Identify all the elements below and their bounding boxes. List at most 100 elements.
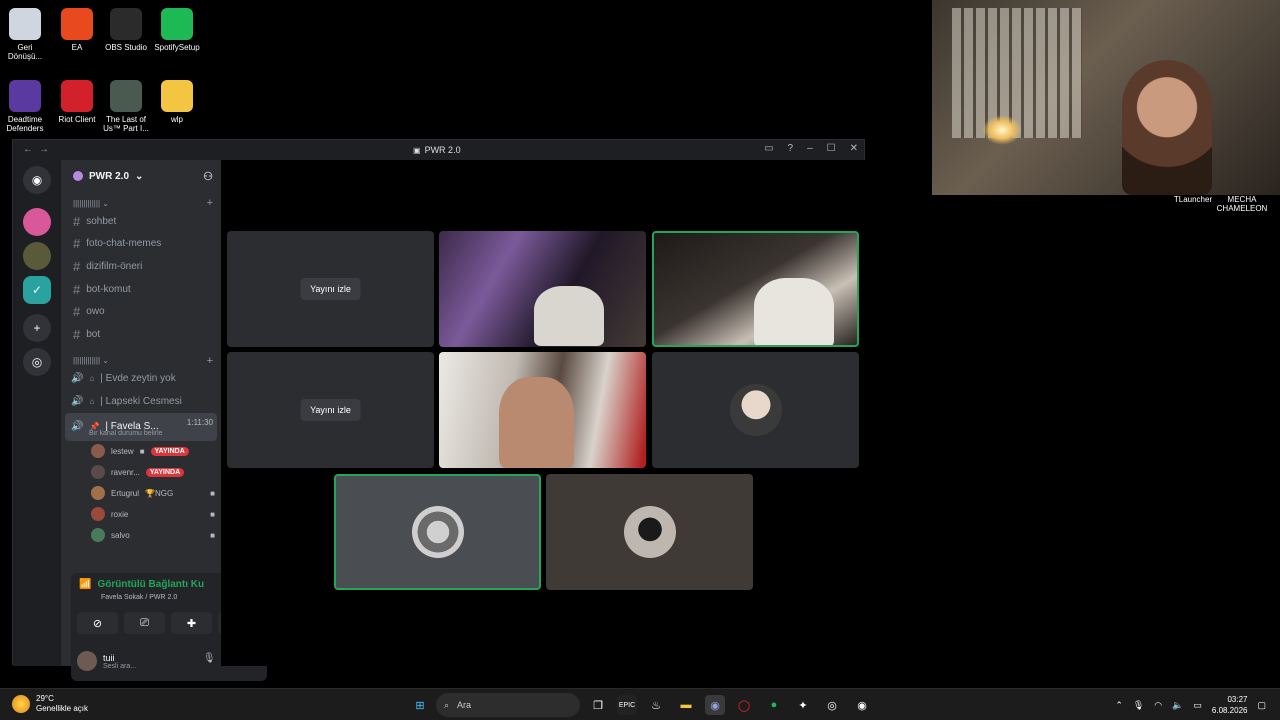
text-category[interactable]: ||||||||||||| ⌄ + [61, 196, 221, 210]
watch-stream-button[interactable]: Yayını izle [300, 278, 361, 300]
search-box[interactable]: ⌕ Ara [436, 693, 580, 717]
server-icon-2[interactable] [23, 242, 51, 270]
avatar-tile-3[interactable] [546, 474, 753, 590]
desktop-label-mecha: MECHA CHAMELEON [1216, 195, 1268, 213]
voice-member[interactable]: ravenr... YAYINDA [61, 462, 221, 483]
watch-stream-button[interactable]: Yayını izle [300, 399, 361, 421]
app-icon [110, 80, 142, 112]
invite-icon[interactable]: ⚇ [203, 170, 213, 183]
desktop-icon[interactable]: OBS Studio [101, 8, 151, 52]
inbox-icon[interactable]: ▭ [764, 143, 773, 154]
volume-icon[interactable]: 🔈 [1172, 700, 1183, 711]
notification-icon[interactable]: ▢ [1257, 700, 1266, 711]
screen-share-button[interactable]: ⎚ [124, 612, 165, 634]
hash-icon: # [73, 326, 81, 342]
text-channel[interactable]: # sohbet [61, 210, 221, 233]
server-header[interactable]: PWR 2.0 ⌄ ⚇ [61, 160, 221, 192]
voice-channel[interactable]: 🔊 ⌂ | Lapseki Cesmesi [61, 390, 221, 413]
voice-category[interactable]: ||||||||||||| ⌄ + [61, 354, 221, 368]
server-icon-1[interactable] [23, 208, 51, 236]
app-icon [161, 8, 193, 40]
app-icon[interactable]: ✦ [793, 695, 813, 715]
add-channel-icon[interactable]: + [207, 197, 213, 209]
desktop-icon[interactable]: The Last of Us™ Part I... [101, 80, 151, 133]
add-server-icon[interactable]: + [23, 314, 51, 342]
text-channel[interactable]: # dizifilm-öneri [61, 255, 221, 278]
participant-avatar [729, 384, 782, 436]
add-voice-channel-icon[interactable]: + [207, 355, 213, 367]
channel-status[interactable]: Bir kanal durumu belirle [89, 430, 163, 437]
text-channel[interactable]: # owo [61, 300, 221, 323]
weather-widget[interactable]: 29°C Genellikle açık [12, 694, 88, 714]
microphone-icon[interactable]: 🎙 [203, 653, 216, 664]
desktop-icon[interactable]: wlp [152, 80, 202, 124]
desktop-icon[interactable]: Geri Dönüşü... [0, 8, 50, 61]
discord-home-icon[interactable]: ◉ [23, 166, 51, 194]
app-icon [61, 80, 93, 112]
text-channel[interactable]: # bot-komut [61, 278, 221, 301]
taskbar: 29°C Genellikle açık ⊞ ⌕ Ara ❐ EPIC ♨ ▬ ◉… [0, 688, 1280, 720]
voice-channel[interactable]: 🔊 ⌂ | Evde zeytin yok [61, 368, 221, 391]
camera-icon: ■ [210, 488, 215, 498]
minimize-button[interactable]: – [807, 143, 813, 154]
avatar-tile-1[interactable] [652, 352, 859, 468]
text-channel[interactable]: # foto-chat-memes [61, 233, 221, 256]
voice-member[interactable]: roxie ■ [61, 504, 221, 525]
voice-member[interactable]: salvo ■ [61, 525, 221, 546]
connection-location[interactable]: Favela Sokak / PWR 2.0 [101, 594, 177, 601]
stream-tile-2[interactable]: Yayını izle [227, 352, 434, 468]
camera-off-button[interactable]: ⊘ [77, 612, 118, 634]
desktop-icon[interactable]: EA [52, 8, 102, 52]
opera-icon[interactable]: ◯ [734, 695, 754, 715]
video-tile-speaking[interactable] [652, 231, 859, 347]
voice-member[interactable]: lestew ■ YAYINDA [61, 441, 221, 462]
obs-icon[interactable]: ◎ [822, 695, 842, 715]
clock[interactable]: 03:27 6.08.2026 [1212, 694, 1248, 716]
desktop-icon[interactable]: Riot Client [52, 80, 102, 124]
signal-icon: 📶 [79, 579, 92, 590]
close-button[interactable]: ✕ [850, 143, 858, 154]
activities-button[interactable]: ✚ [171, 612, 212, 634]
file-explorer-icon[interactable]: ▬ [676, 695, 696, 715]
discord-taskbar-icon[interactable]: ◉ [705, 695, 725, 715]
video-tile-2[interactable] [439, 231, 646, 347]
epic-games-icon[interactable]: EPIC [617, 695, 637, 715]
nav-arrows[interactable]: ←→ [23, 144, 55, 155]
user-status: Sesli ara... [103, 662, 137, 670]
voice-member[interactable]: Ertugrul 🏆NGG ■ [61, 483, 221, 504]
text-channel[interactable]: # bot [61, 323, 221, 346]
camera-icon: ■ [210, 509, 215, 519]
windows-start-icon[interactable]: ⊞ [410, 695, 430, 715]
wifi-icon[interactable]: ◠ [1154, 700, 1162, 711]
discover-icon[interactable]: ◎ [23, 348, 51, 376]
desktop-icon[interactable]: SpotifySetup [152, 8, 202, 52]
app-icon [161, 80, 193, 112]
voice-channel-active[interactable]: 🔊 📌 | Favela S... 1:11:30 Bir kanal duru… [65, 412, 217, 441]
discord-icon: ▣ [413, 145, 421, 155]
avatar[interactable] [77, 651, 97, 671]
chevron-up-icon[interactable]: ⌃ [1115, 700, 1123, 711]
help-icon[interactable]: ? [788, 143, 794, 154]
server-name: PWR 2.0 [89, 170, 130, 182]
video-tile-4[interactable] [439, 352, 646, 468]
mic-tray-icon[interactable]: 🎙 [1133, 700, 1144, 711]
desktop-icon[interactable]: Deadtime Defenders [0, 80, 50, 133]
server-rail: ◉ ✓ + ◎ [13, 160, 61, 666]
desktop-icon-label: OBS Studio [105, 43, 147, 52]
channel-name: bot-komut [86, 283, 131, 295]
desktop-icon-label: Deadtime Defenders [6, 115, 44, 133]
participant-video [754, 278, 834, 345]
maximize-button[interactable]: ☐ [827, 143, 836, 154]
task-view-icon[interactable]: ❐ [588, 695, 608, 715]
avatar [91, 486, 105, 501]
connection-status[interactable]: Görüntülü Bağlantı Ku [97, 579, 204, 590]
battery-icon[interactable]: ▭ [1193, 700, 1202, 711]
server-icon-pwr[interactable]: ✓ [23, 276, 51, 304]
avatar-tile-speaking[interactable] [334, 474, 541, 590]
app-icon [110, 8, 142, 40]
steam-icon[interactable]: ♨ [646, 695, 666, 715]
spotify-icon[interactable]: ● [764, 695, 784, 715]
stream-tile-1[interactable]: Yayını izle [227, 231, 434, 347]
app2-icon[interactable]: ◉ [852, 695, 872, 715]
video-stage: Yayını izle Yayını izle [221, 160, 865, 666]
